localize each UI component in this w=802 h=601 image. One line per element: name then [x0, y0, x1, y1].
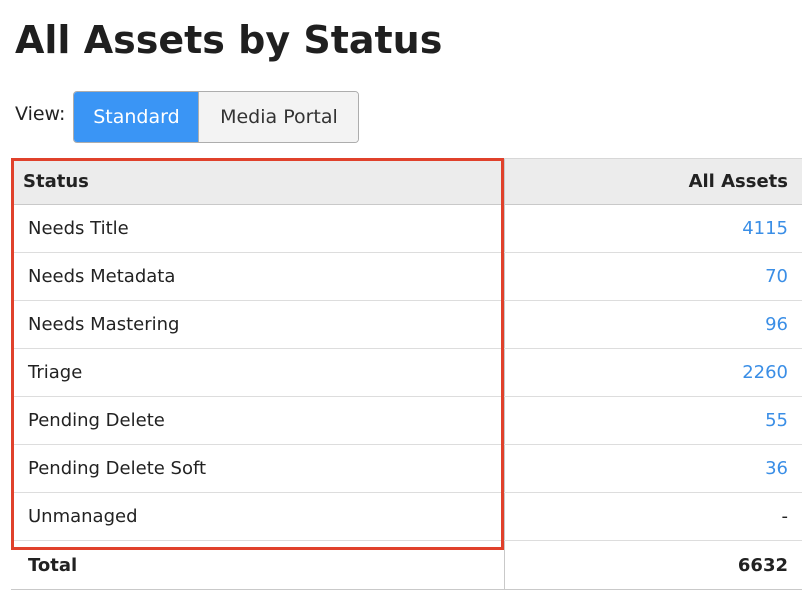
count-cell: 96 — [503, 300, 802, 349]
count-link[interactable]: 36 — [765, 458, 788, 479]
status-cell: Needs Title — [11, 204, 504, 253]
count-cell: 2260 — [503, 348, 802, 397]
count-cell: 36 — [503, 444, 802, 493]
status-cell: Pending Delete — [11, 396, 504, 445]
count-link[interactable]: 2260 — [742, 362, 788, 383]
status-cell: Unmanaged — [11, 492, 504, 541]
view-label: View: — [15, 103, 66, 125]
view-media-portal-button[interactable]: Media Portal — [198, 92, 359, 142]
table-row: Triage 2260 — [11, 348, 802, 397]
count-cell-plain: - — [503, 492, 802, 541]
column-header-status[interactable]: Status — [11, 158, 504, 205]
view-switcher: View: Standard Media Portal — [15, 91, 360, 143]
count-cell: 4115 — [503, 204, 802, 253]
table-row: Needs Mastering 96 — [11, 300, 802, 349]
table-row: Needs Title 4115 — [11, 204, 802, 253]
total-row: Total 6632 — [11, 540, 802, 590]
table-row: Pending Delete Soft 36 — [11, 444, 802, 493]
count-link[interactable]: 70 — [765, 266, 788, 287]
table-row: Pending Delete 55 — [11, 396, 802, 445]
count-cell: 55 — [503, 396, 802, 445]
count-link[interactable]: 96 — [765, 314, 788, 335]
view-standard-button[interactable]: Standard — [74, 92, 199, 142]
assets-status-table: Status All Assets Needs Title 4115 Needs… — [11, 158, 802, 590]
status-cell: Triage — [11, 348, 504, 397]
table-row: Needs Metadata 70 — [11, 252, 802, 301]
column-header-all-assets[interactable]: All Assets — [503, 158, 802, 205]
count-cell: 70 — [503, 252, 802, 301]
table-header-row: Status All Assets — [11, 158, 802, 205]
count-link[interactable]: 55 — [765, 410, 788, 431]
total-count: 6632 — [503, 540, 802, 590]
table-row: Unmanaged - — [11, 492, 802, 541]
status-cell: Needs Mastering — [11, 300, 504, 349]
total-label: Total — [11, 540, 504, 590]
status-cell: Needs Metadata — [11, 252, 504, 301]
status-cell: Pending Delete Soft — [11, 444, 504, 493]
page-title: All Assets by Status — [15, 18, 443, 62]
count-link[interactable]: 4115 — [742, 218, 788, 239]
view-button-group: Standard Media Portal — [73, 91, 360, 143]
